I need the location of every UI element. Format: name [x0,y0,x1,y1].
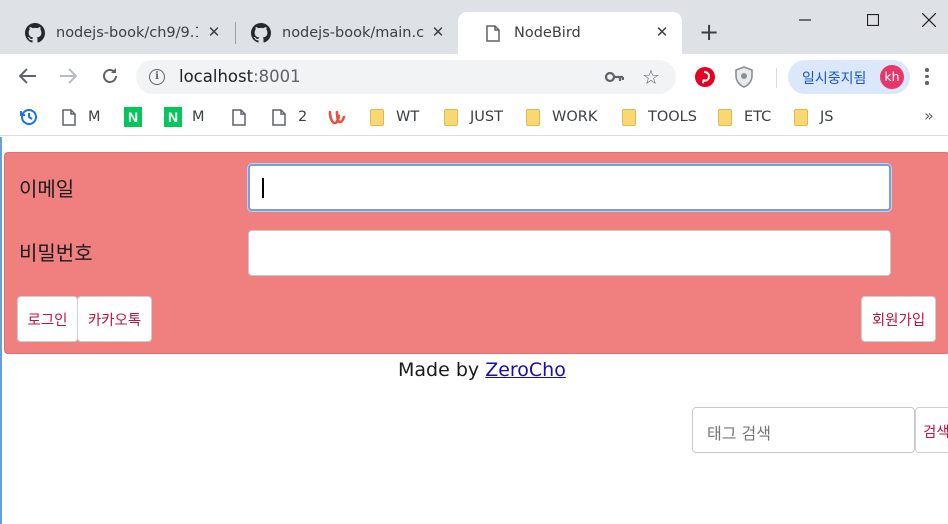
tab-strip: nodejs-book/ch9/9.1/ ✕ nodejs-book/main.… [0,0,948,54]
forward-arrow-icon[interactable] [54,62,82,90]
key-icon[interactable] [604,68,625,86]
shield-icon[interactable] [734,66,756,88]
bookmark-folder-just[interactable]: JUST [442,106,503,128]
bookmark-m[interactable]: M [60,106,101,128]
bookmark-label: WORK [552,109,598,125]
close-icon[interactable]: ✕ [206,24,222,40]
bookmark-folder-tools[interactable]: TOOLS [620,106,697,128]
bookmark-page[interactable] [230,106,258,128]
bookmark-history[interactable] [20,106,48,128]
history-icon [20,108,38,126]
password-field[interactable] [248,230,891,276]
pinterest-icon[interactable] [694,66,716,88]
naver-icon: N [164,107,182,127]
login-button[interactable]: 로그인 [17,296,78,342]
bookmark-label: WT [396,109,420,125]
tab-main-css[interactable]: nodejs-book/main.css ✕ [226,12,458,54]
github-icon [24,22,46,44]
bookmark-folder-work[interactable]: WORK [524,106,597,128]
minimize-icon[interactable] [782,0,828,40]
folder-icon [442,108,460,126]
naver-icon: N [124,107,142,127]
tab-title: NodeBird [514,25,581,41]
folder-icon [792,108,810,126]
folder-icon [716,108,734,126]
bookmark-folder-js[interactable]: JS [792,106,833,128]
menu-kebab-icon[interactable] [924,68,930,86]
bookmark-star-icon[interactable]: ☆ [642,65,660,89]
new-tab-icon[interactable]: + [696,20,722,46]
tab-title: nodejs-book/main.css [282,25,424,41]
page-icon [482,22,504,44]
email-field[interactable] [248,164,891,211]
close-icon[interactable]: ✕ [654,24,670,40]
author-link[interactable]: ZeroCho [485,359,566,381]
email-label: 이메일 [19,177,75,201]
url-text: localhost:8001 [179,67,301,86]
made-by-text: Made by [398,359,480,381]
folder-icon [368,108,386,126]
bookmark-u[interactable] [328,106,356,128]
browser-toolbar: i localhost:8001 ☆ 일시중지됨 kh [0,54,948,98]
profile-status-label: 일시중지됨 [802,71,867,87]
password-label: 비밀번호 [19,241,93,265]
bookmark-label: M [88,109,101,125]
bookmark-label: JUST [470,109,503,125]
hashtag-search-input[interactable]: 태그 검색 [692,407,915,453]
page-content: 이메일 비밀번호 로그인 카카오톡 회원가입 Made by ZeroCho 태… [0,137,948,524]
bookmark-2[interactable]: 2 [270,106,307,128]
site-info-icon[interactable]: i [149,69,165,85]
reload-icon[interactable] [96,62,124,90]
bookmark-naver-m[interactable]: N M [164,106,205,128]
back-arrow-icon[interactable] [14,62,42,90]
bookmarks-overflow-icon[interactable]: » [924,106,934,125]
toolbar-separator [776,68,777,88]
close-icon[interactable]: ✕ [430,24,446,40]
bookmark-folder-etc[interactable]: ETC [716,106,771,128]
hashtag-placeholder: 태그 검색 [707,424,771,443]
bookmark-label: ETC [744,109,772,125]
bookmark-label: 2 [298,109,308,125]
window-close-icon[interactable] [906,0,948,40]
bookmark-naver[interactable]: N [124,106,152,128]
github-icon [250,22,272,44]
u-icon [328,108,346,126]
bookmark-label: JS [820,109,834,125]
folder-icon [524,108,542,126]
hashtag-search-button[interactable]: 검색 [915,407,948,453]
address-bar[interactable]: i localhost:8001 ☆ [136,60,676,94]
page-icon [230,108,248,126]
tab-ch9[interactable]: nodejs-book/ch9/9.1/ ✕ [0,12,234,54]
join-button[interactable]: 회원가입 [861,296,936,342]
bookmarks-bar: M N N M 2 WT JUST WORK TOOLS ETC JS [0,98,948,136]
login-form: 이메일 비밀번호 로그인 카카오톡 회원가입 [4,152,948,354]
footer-credit: Made by ZeroCho [398,359,566,381]
text-caret [262,178,264,198]
page-icon [60,108,78,126]
bookmark-label: TOOLS [648,109,697,125]
profile-button[interactable]: 일시중지됨 kh [788,60,910,94]
page-icon [270,108,288,126]
maximize-icon[interactable] [850,0,896,40]
bookmark-folder-wt[interactable]: WT [368,106,419,128]
folder-icon [620,108,638,126]
tab-title: nodejs-book/ch9/9.1/ [56,25,198,41]
tab-nodebird[interactable]: NodeBird ✕ [458,12,682,54]
kakao-login-button[interactable]: 카카오톡 [77,296,152,342]
bookmark-label: M [192,109,205,125]
avatar: kh [880,65,904,89]
